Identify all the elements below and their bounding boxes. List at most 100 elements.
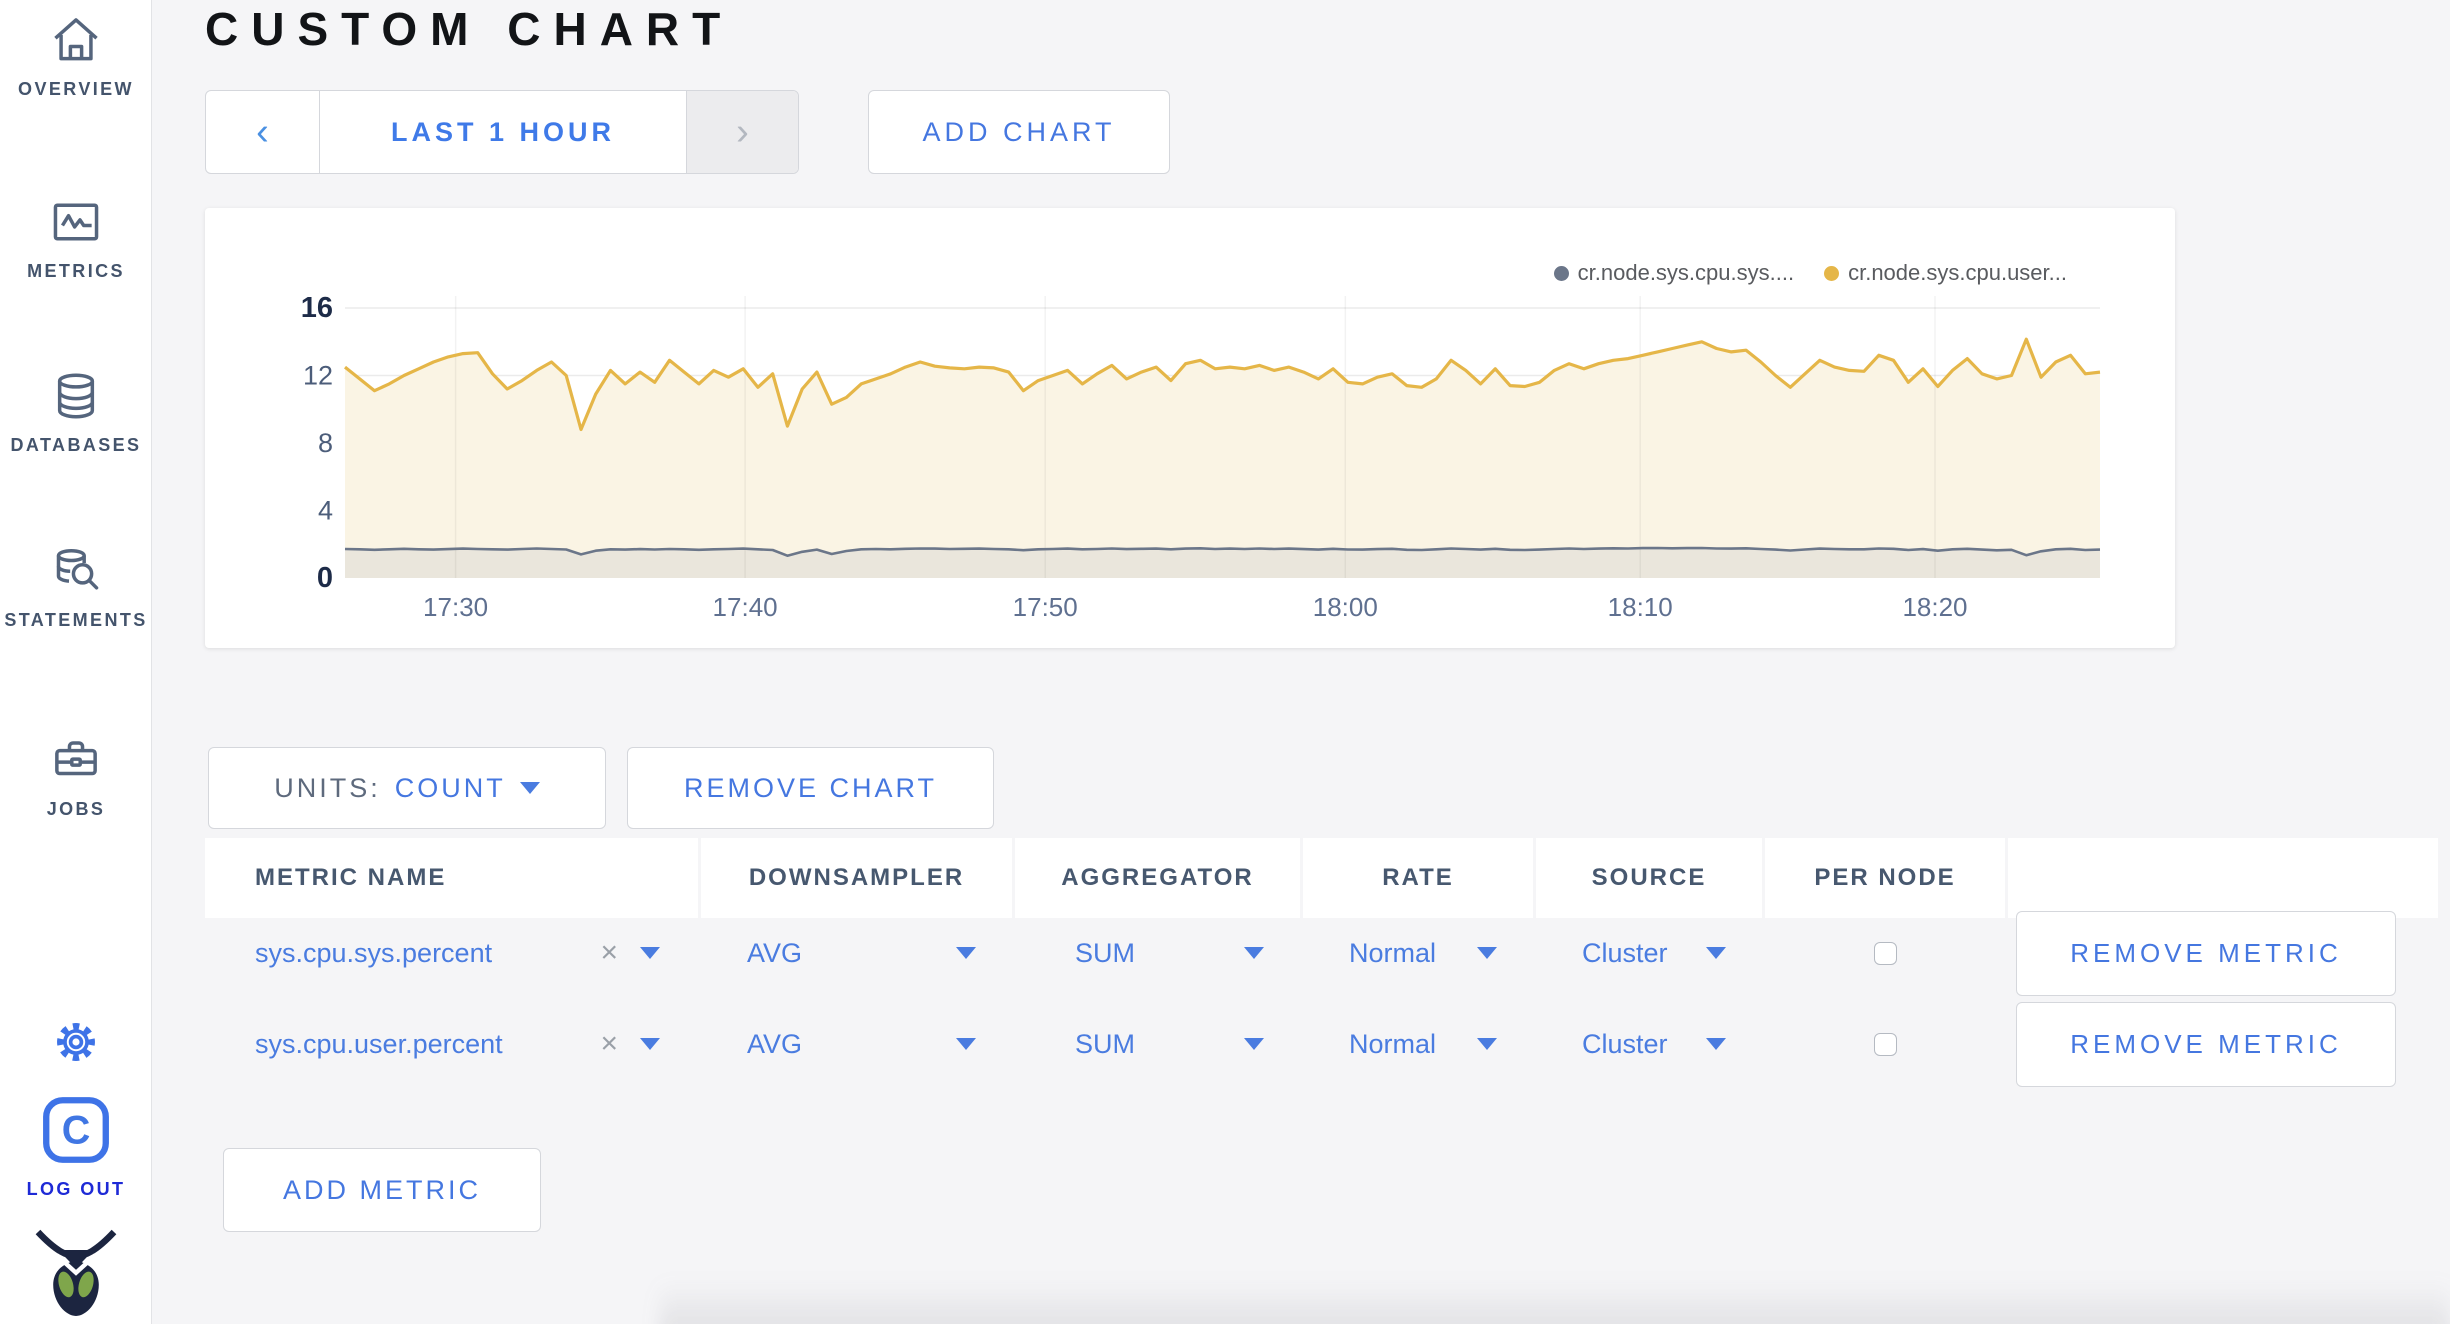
svg-text:16: 16 xyxy=(301,292,333,324)
svg-text:4: 4 xyxy=(318,496,333,526)
aggregator-value: SUM xyxy=(1075,937,1135,968)
home-icon xyxy=(48,12,104,73)
database-icon xyxy=(48,368,104,429)
page-title: CUSTOM CHART xyxy=(205,3,734,55)
metrics-table: METRIC NAME DOWNSAMPLER AGGREGATOR RATE … xyxy=(205,838,2438,1100)
metrics-icon xyxy=(48,194,104,255)
per-node-cell xyxy=(1765,1014,2005,1074)
sidebar-item-overview[interactable]: OVERVIEW xyxy=(0,12,152,100)
actions-cell: REMOVE METRIC xyxy=(2008,1001,2438,1087)
legend-item-user[interactable]: cr.node.sys.cpu.user... xyxy=(1824,260,2067,286)
chevron-left-icon: ‹ xyxy=(256,110,269,153)
column-header-rate: RATE xyxy=(1303,838,1533,918)
svg-text:8: 8 xyxy=(318,428,333,458)
remove-metric-button[interactable]: REMOVE METRIC xyxy=(2016,910,2396,996)
units-value: COUNT xyxy=(394,772,506,803)
metric-name-select[interactable]: sys.cpu.user.percent × xyxy=(205,1014,698,1074)
cockroach-bug-logo xyxy=(0,1222,152,1324)
chevron-down-icon xyxy=(956,947,976,959)
per-node-cell xyxy=(1765,923,2005,983)
chevron-down-icon xyxy=(1477,947,1497,959)
legend-dot-user xyxy=(1824,265,1840,281)
aggregator-select[interactable]: SUM xyxy=(1015,923,1300,983)
logout-button[interactable]: C LOG OUT xyxy=(0,1092,152,1200)
clear-icon[interactable]: × xyxy=(600,1027,618,1061)
svg-text:0: 0 xyxy=(317,562,333,594)
metric-row: sys.cpu.user.percent × AVG SUM Normal Cl… xyxy=(205,1001,2438,1100)
remove-chart-button[interactable]: REMOVE CHART xyxy=(627,747,994,829)
svg-text:17:40: 17:40 xyxy=(713,592,778,622)
column-header-metric-name: METRIC NAME xyxy=(205,838,698,918)
svg-text:C: C xyxy=(62,1109,91,1153)
statements-icon xyxy=(48,543,104,604)
column-header-aggregator: AGGREGATOR xyxy=(1015,838,1300,918)
rate-select[interactable]: Normal xyxy=(1303,923,1533,983)
cockroach-c-icon: C xyxy=(38,1092,114,1173)
units-label: UNITS: xyxy=(274,772,381,803)
sidebar-item-metrics[interactable]: METRICS xyxy=(0,194,152,282)
chevron-down-icon xyxy=(1244,1038,1264,1050)
briefcase-icon xyxy=(48,732,104,793)
metric-row: sys.cpu.sys.percent × AVG SUM Normal Clu… xyxy=(205,910,2438,1009)
downsampler-select[interactable]: AVG xyxy=(701,923,1012,983)
chevron-down-icon xyxy=(640,947,660,959)
chevron-down-icon xyxy=(640,1038,660,1050)
chevron-down-icon xyxy=(519,782,540,794)
downsampler-select[interactable]: AVG xyxy=(701,1014,1012,1074)
metric-name-value: sys.cpu.user.percent xyxy=(255,1028,503,1059)
aggregator-select[interactable]: SUM xyxy=(1015,1014,1300,1074)
per-node-checkbox[interactable] xyxy=(1873,941,1897,965)
downsampler-value: AVG xyxy=(747,937,803,968)
legend-label: cr.node.sys.cpu.user... xyxy=(1848,260,2067,285)
actions-cell: REMOVE METRIC xyxy=(2008,910,2438,996)
metric-name-value: sys.cpu.sys.percent xyxy=(255,937,493,968)
sidebar-item-label: STATEMENTS xyxy=(4,610,148,630)
sidebar-item-label: DATABASES xyxy=(10,435,142,455)
source-select[interactable]: Cluster xyxy=(1536,923,1762,983)
time-range-next-button[interactable]: › xyxy=(686,91,798,173)
add-chart-button[interactable]: ADD CHART xyxy=(868,90,1170,174)
time-range-prev-button[interactable]: ‹ xyxy=(206,91,320,173)
time-range-picker: ‹ LAST 1 HOUR › xyxy=(205,90,799,174)
aggregator-value: SUM xyxy=(1075,1028,1135,1059)
rate-value: Normal xyxy=(1349,937,1437,968)
chevron-down-icon xyxy=(1706,947,1726,959)
svg-text:12: 12 xyxy=(303,361,333,391)
chevron-down-icon xyxy=(1477,1038,1497,1050)
settings-gear[interactable] xyxy=(0,1016,152,1073)
gear-icon xyxy=(50,1016,102,1073)
svg-text:17:30: 17:30 xyxy=(423,592,488,622)
source-value: Cluster xyxy=(1582,1028,1668,1059)
sidebar-item-databases[interactable]: DATABASES xyxy=(0,368,152,456)
source-value: Cluster xyxy=(1582,937,1668,968)
column-header-per-node: PER NODE xyxy=(1765,838,2005,918)
logout-label: LOG OUT xyxy=(26,1179,126,1199)
time-range-value[interactable]: LAST 1 HOUR xyxy=(320,91,686,173)
page-bottom-shadow xyxy=(660,1280,2450,1324)
svg-text:18:00: 18:00 xyxy=(1313,592,1378,622)
chart-legend: cr.node.sys.cpu.sys.... cr.node.sys.cpu.… xyxy=(1553,260,2067,286)
remove-metric-button[interactable]: REMOVE METRIC xyxy=(2016,1001,2396,1087)
legend-dot-sys xyxy=(1553,265,1569,281)
svg-text:18:10: 18:10 xyxy=(1608,592,1673,622)
svg-text:17:50: 17:50 xyxy=(1013,592,1078,622)
source-select[interactable]: Cluster xyxy=(1536,1014,1762,1074)
legend-item-sys[interactable]: cr.node.sys.cpu.sys.... xyxy=(1553,260,1794,286)
cockroach-bug-icon xyxy=(28,1222,124,1324)
per-node-checkbox[interactable] xyxy=(1873,1032,1897,1056)
add-metric-button[interactable]: ADD METRIC xyxy=(223,1148,541,1232)
sidebar-item-label: JOBS xyxy=(46,799,106,819)
rate-value: Normal xyxy=(1349,1028,1437,1059)
metrics-table-header: METRIC NAME DOWNSAMPLER AGGREGATOR RATE … xyxy=(205,838,2438,918)
clear-icon[interactable]: × xyxy=(600,936,618,970)
downsampler-value: AVG xyxy=(747,1028,803,1059)
chart-card: 0 4 8 12 16 17:30 17:40 17:50 18:00 18:10 18:20 cr… xyxy=(205,208,2175,648)
rate-select[interactable]: Normal xyxy=(1303,1014,1533,1074)
chevron-down-icon xyxy=(1244,947,1264,959)
svg-text:18:20: 18:20 xyxy=(1902,592,1967,622)
chevron-right-icon: › xyxy=(736,110,749,153)
units-dropdown[interactable]: UNITS: COUNT xyxy=(208,747,606,829)
sidebar-item-statements[interactable]: STATEMENTS xyxy=(0,543,152,631)
metric-name-select[interactable]: sys.cpu.sys.percent × xyxy=(205,923,698,983)
sidebar-item-jobs[interactable]: JOBS xyxy=(0,732,152,820)
